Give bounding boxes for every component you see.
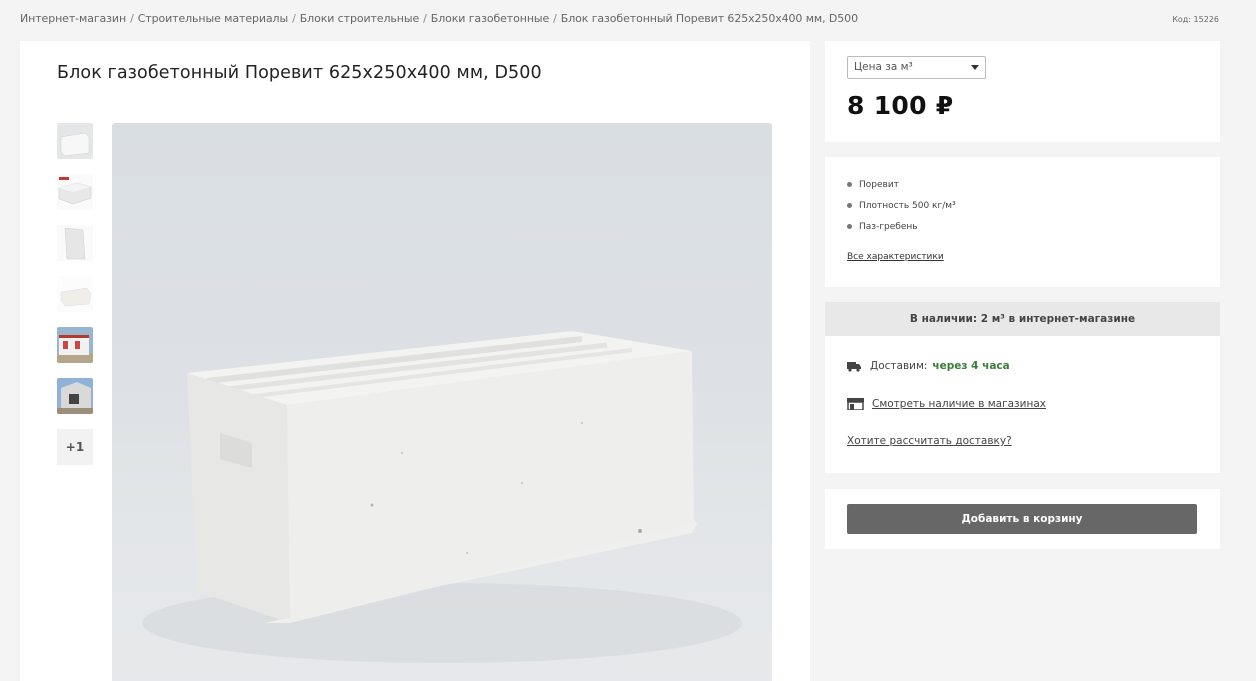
stock-card: В наличии: 2 м³ в интернет-магазине Дост…	[825, 302, 1220, 473]
thumbnail-6[interactable]	[57, 378, 93, 414]
breadcrumb-separator: /	[423, 12, 427, 25]
breadcrumb-separator: /	[130, 12, 134, 25]
characteristic-text: Плотность 500 кг/м³	[859, 200, 956, 211]
page-title: Блок газобетонный Поревит 625х250х400 мм…	[57, 63, 542, 83]
price-card: Цена за м³ 8 100 ₽	[825, 41, 1220, 142]
add-to-cart-button[interactable]: Добавить в корзину	[847, 504, 1197, 534]
characteristics-card: Поревит Плотность 500 кг/м³ Паз-гребень …	[825, 157, 1220, 287]
chevron-down-icon	[971, 65, 979, 70]
breadcrumb-separator: /	[292, 12, 296, 25]
thumbnail-3[interactable]	[57, 225, 93, 261]
stock-status: В наличии: 2 м³ в интернет-магазине	[825, 302, 1220, 336]
breadcrumb-item-current: Блок газобетонный Поревит 625х250х400 мм…	[560, 12, 858, 25]
delivery-value: через 4 часа	[932, 360, 1010, 372]
characteristic-item: Паз-гребень	[847, 216, 956, 237]
characteristic-text: Паз-гребень	[859, 221, 918, 232]
shops-availability-label[interactable]: Смотреть наличие в магазинах	[872, 398, 1046, 410]
shops-availability-link[interactable]: Смотреть наличие в магазинах	[847, 398, 1046, 410]
price-unit-select-value: Цена за м³	[854, 61, 913, 73]
thumbnail-4[interactable]	[57, 276, 93, 312]
main-product-image[interactable]	[112, 123, 772, 681]
thumbnail-2[interactable]	[57, 174, 93, 210]
product-gallery-card: Блок газобетонный Поревит 625х250х400 мм…	[20, 41, 810, 681]
characteristics-list: Поревит Плотность 500 кг/м³ Паз-гребень	[847, 174, 956, 237]
breadcrumb-item-aerated-blocks[interactable]: Блоки газобетонные	[431, 12, 550, 25]
product-code: Код: 15226	[1172, 15, 1219, 24]
truck-icon	[847, 361, 861, 372]
breadcrumb-item-shop[interactable]: Интернет-магазин	[20, 12, 126, 25]
thumbnail-list: +1	[57, 123, 93, 465]
thumbnail-5[interactable]	[57, 327, 93, 363]
price-value: 8 100 ₽	[847, 91, 954, 120]
characteristic-text: Поревит	[859, 179, 899, 190]
thumbnail-1[interactable]	[57, 123, 93, 159]
price-unit-select[interactable]: Цена за м³	[847, 56, 986, 79]
bullet-icon	[847, 224, 852, 229]
shop-icon	[847, 398, 864, 410]
delivery-label: Доставим:	[870, 360, 928, 372]
calculate-delivery-link[interactable]: Хотите рассчитать доставку?	[847, 435, 1012, 447]
breadcrumb-separator: /	[553, 12, 557, 25]
cart-card: Добавить в корзину	[825, 489, 1220, 549]
characteristic-item: Плотность 500 кг/м³	[847, 195, 956, 216]
breadcrumb: Интернет-магазин / Строительные материалы /…	[20, 12, 858, 25]
all-characteristics-link[interactable]: Все характеристики	[847, 252, 944, 262]
bullet-icon	[847, 203, 852, 208]
breadcrumb-item-building-materials[interactable]: Строительные материалы	[138, 12, 288, 25]
delivery-row: Доставим: через 4 часа	[847, 360, 1010, 372]
bullet-icon	[847, 182, 852, 187]
breadcrumb-item-building-blocks[interactable]: Блоки строительные	[300, 12, 420, 25]
more-thumbnails-button[interactable]: +1	[57, 429, 93, 465]
characteristic-item: Поревит	[847, 174, 956, 195]
